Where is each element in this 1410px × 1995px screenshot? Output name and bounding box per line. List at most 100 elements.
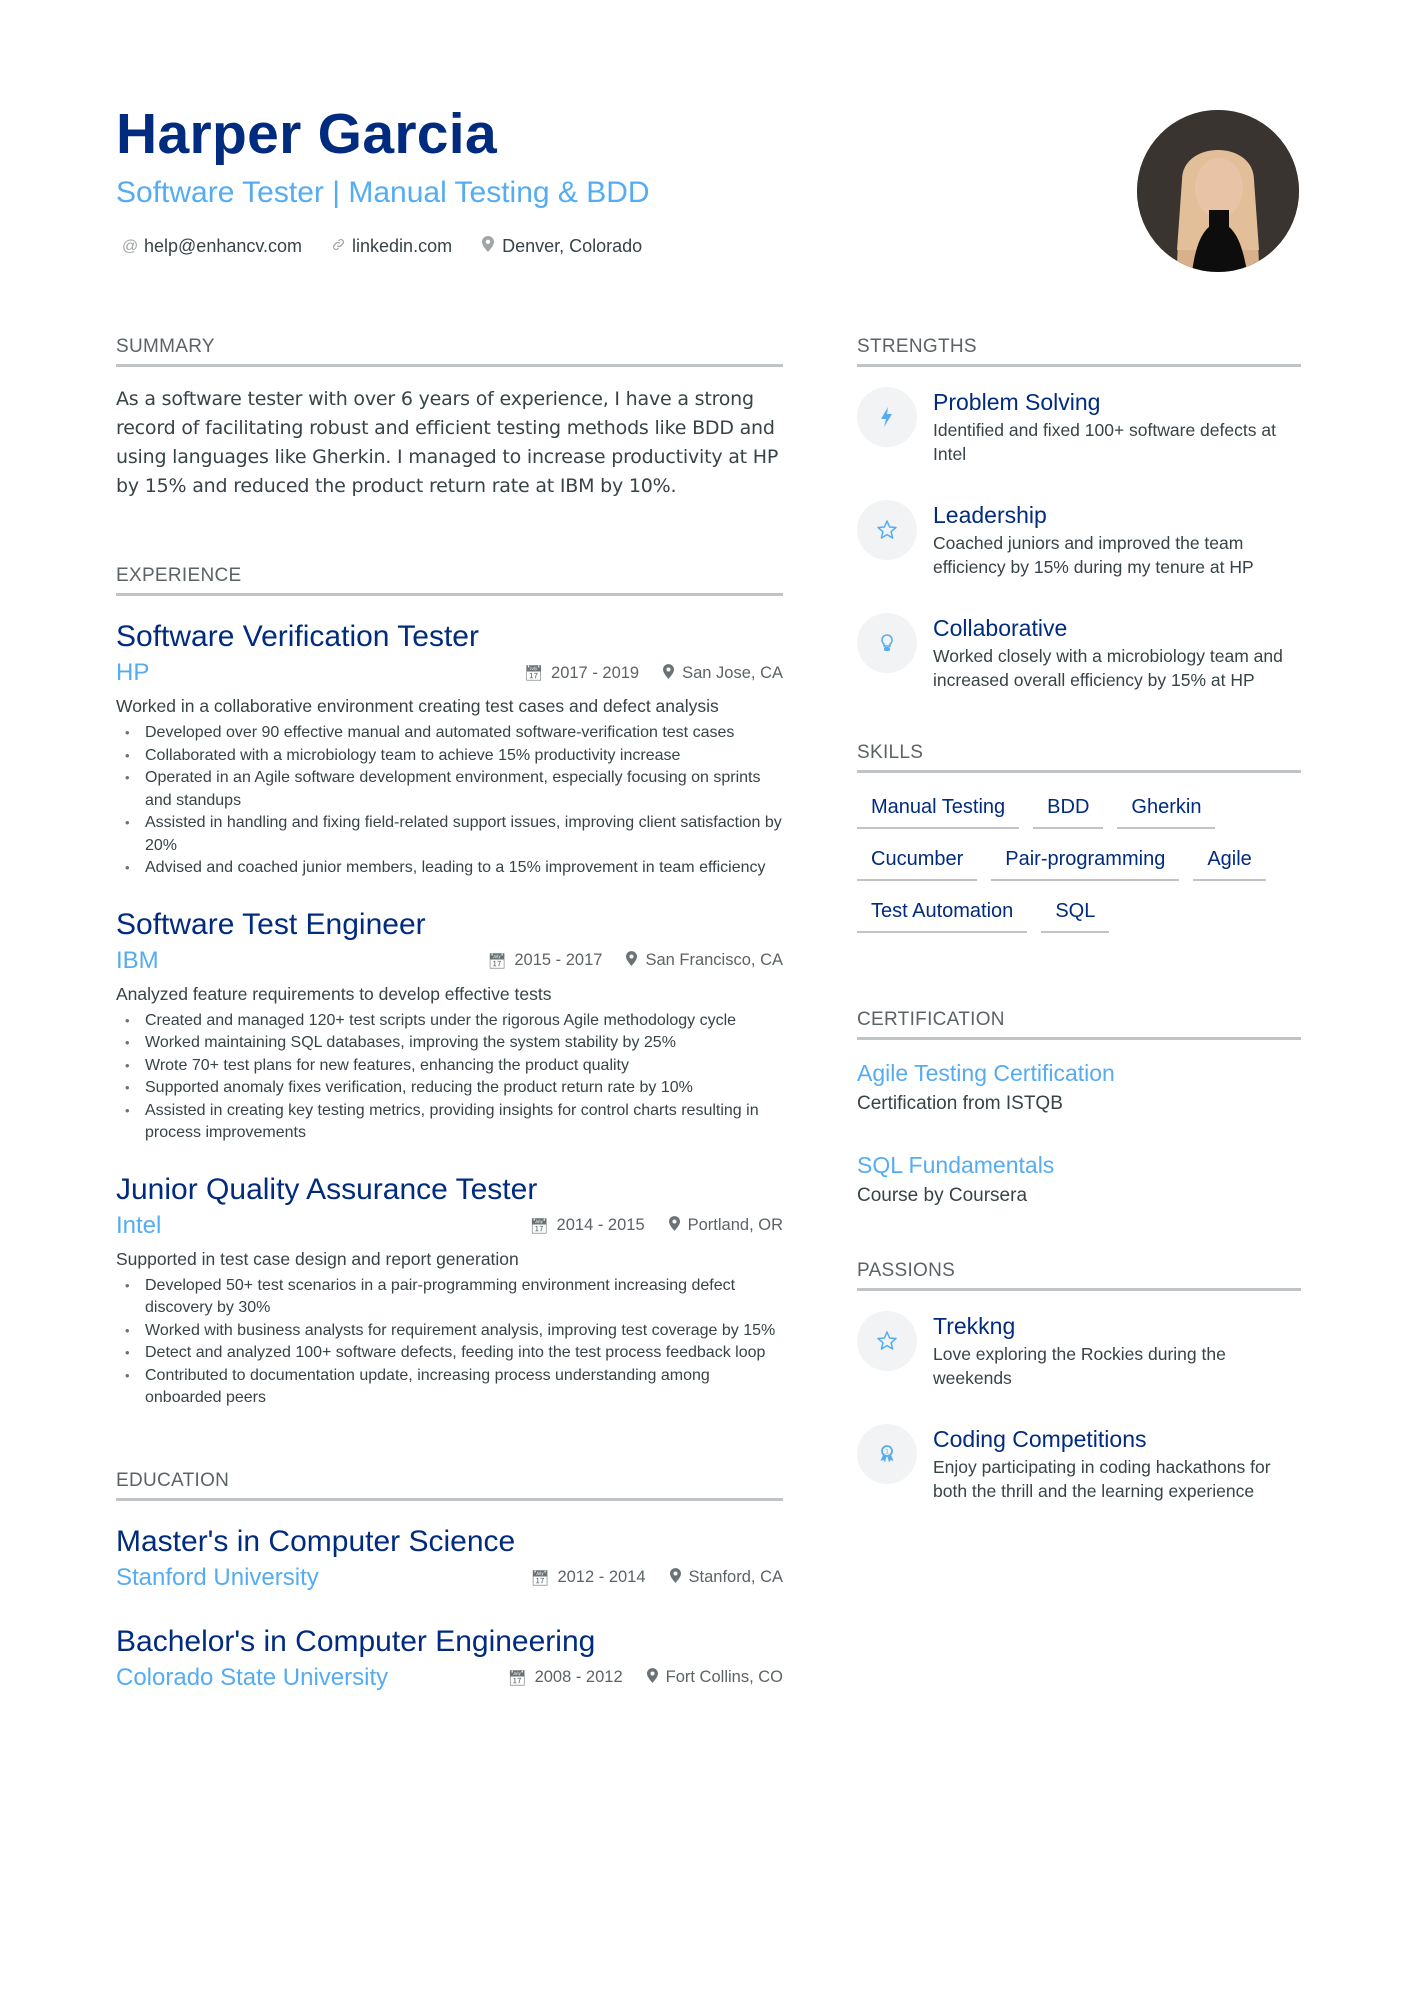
- job-dates: 2014 - 2015: [556, 1216, 645, 1234]
- job-bullets: Developed over 90 effective manual and a…: [116, 722, 783, 880]
- experience-item: Junior Quality Assurance Tester Intel 📅︎…: [116, 1171, 783, 1410]
- school-name: Stanford University: [116, 1563, 319, 1591]
- skill-tag: Gherkin: [1117, 787, 1216, 829]
- contact-location-text: Denver, Colorado: [502, 236, 643, 256]
- job-dates: 2017 - 2019: [551, 663, 640, 682]
- job-bullet: Operated in an Agile software developmen…: [116, 767, 783, 812]
- education-item: Bachelor's in Computer Engineering Color…: [116, 1623, 783, 1693]
- job-bullet: Collaborated with a microbiology team to…: [116, 745, 783, 768]
- job-bullet: Wrote 70+ test plans for new features, e…: [116, 1055, 783, 1078]
- skill-tag: Test Automation: [857, 891, 1028, 933]
- degree-title: Master's in Computer Science: [116, 1524, 516, 1558]
- lightbulb-icon: [857, 613, 917, 673]
- passion-item: 1 Coding Competitions Enjoy participatin…: [857, 1424, 1301, 1503]
- award-medal-icon: 1: [857, 1424, 917, 1484]
- location-pin-icon: [668, 1216, 680, 1235]
- strength-item: Collaborative Worked closely with a micr…: [857, 613, 1301, 692]
- skill-tag: Manual Testing: [857, 787, 1020, 829]
- strength-description: Worked closely with a microbiology team …: [933, 646, 1283, 690]
- job-title: Junior Quality Assurance Tester: [116, 1172, 538, 1206]
- job-description: Worked in a collaborative environment cr…: [116, 696, 719, 716]
- education-location: Stanford, CA: [688, 1568, 783, 1586]
- star-icon: [857, 1311, 917, 1371]
- skill-tag: BDD: [1033, 787, 1104, 829]
- certification-section: CERTIFICATION Agile Testing Certificatio…: [857, 1009, 1301, 1210]
- company-name: IBM: [116, 946, 159, 974]
- school-name: Colorado State University: [116, 1663, 389, 1691]
- calendar-icon: 📅︎: [487, 952, 507, 970]
- education-item: Master's in Computer Science Stanford Un…: [116, 1523, 783, 1593]
- job-dates: 2015 - 2017: [514, 951, 603, 969]
- job-location: Portland, OR: [687, 1216, 783, 1234]
- job-title: Software Verification Tester: [116, 620, 479, 653]
- left-column: SUMMARY As a software tester with over 6…: [116, 336, 783, 1723]
- job-title: Software Test Engineer: [116, 907, 426, 941]
- job-bullet: Assisted in creating key testing metrics…: [116, 1100, 783, 1145]
- passion-title: Coding Competitions: [933, 1426, 1147, 1452]
- education-section: EDUCATION Master's in Computer Science S…: [116, 1470, 783, 1693]
- calendar-icon: 📅︎: [507, 1669, 527, 1687]
- strength-title: Problem Solving: [933, 389, 1101, 415]
- at-icon: @: [122, 237, 139, 255]
- location-pin-icon: [480, 236, 496, 257]
- candidate-title: Software Tester | Manual Testing & BDD: [116, 176, 650, 209]
- job-location: San Jose, CA: [682, 663, 783, 682]
- skills-list: Manual Testing BDD Gherkin Cucumber Pair…: [857, 787, 1301, 933]
- summary-section: SUMMARY As a software tester with over 6…: [116, 336, 783, 501]
- strengths-section: STRENGTHS Problem Solving Identified and…: [857, 336, 1301, 692]
- company-name: Intel: [116, 1211, 162, 1239]
- contact-location: Denver, Colorado: [480, 236, 642, 257]
- profile-photo: [1137, 110, 1299, 272]
- contact-email-text: help@enhancv.com: [144, 236, 303, 256]
- education-dates: 2008 - 2012: [534, 1668, 623, 1686]
- passion-item: Trekkng Love exploring the Rockies durin…: [857, 1311, 1301, 1390]
- passions-heading: PASSIONS: [857, 1260, 1301, 1291]
- location-pin-icon: [646, 1668, 658, 1687]
- passions-section: PASSIONS Trekkng Love exploring the Rock…: [857, 1260, 1301, 1503]
- strength-description: Identified and fixed 100+ software defec…: [933, 420, 1276, 464]
- contact-email[interactable]: @ help@enhancv.com: [122, 236, 302, 257]
- experience-section: EXPERIENCE Software Verification Tester …: [116, 565, 783, 1410]
- certification-heading: CERTIFICATION: [857, 1009, 1301, 1040]
- job-bullet: Worked maintaining SQL databases, improv…: [116, 1032, 783, 1055]
- strengths-heading: STRENGTHS: [857, 336, 1301, 367]
- skill-tag: Agile: [1193, 839, 1266, 881]
- calendar-icon: 📅︎: [530, 1569, 550, 1587]
- profile-photo-illustration: [1137, 110, 1299, 272]
- experience-item: Software Verification Tester HP 📅︎ 2017 -…: [116, 618, 783, 880]
- job-bullet: Worked with business analysts for requir…: [116, 1320, 783, 1343]
- job-bullet: Advised and coached junior members, lead…: [116, 857, 783, 880]
- experience-item: Software Test Engineer IBM 📅︎ 2015 - 2017…: [116, 906, 783, 1145]
- location-pin-icon: [626, 951, 638, 970]
- certification-title: Agile Testing Certification: [857, 1060, 1115, 1086]
- job-bullet: Assisted in handling and fixing field-re…: [116, 812, 783, 857]
- job-bullet: Created and managed 120+ test scripts un…: [116, 1010, 783, 1033]
- certification-title: SQL Fundamentals: [857, 1152, 1055, 1178]
- candidate-name: Harper Garcia: [116, 102, 497, 166]
- contact-linkedin[interactable]: linkedin.com: [330, 236, 452, 257]
- job-bullets: Created and managed 120+ test scripts un…: [116, 1010, 783, 1145]
- education-heading: EDUCATION: [116, 1470, 783, 1501]
- location-pin-icon: [663, 663, 675, 683]
- skill-tag: Cucumber: [857, 839, 978, 881]
- passion-description: Love exploring the Rockies during the we…: [933, 1344, 1226, 1388]
- experience-heading: EXPERIENCE: [116, 565, 783, 596]
- certification-description: Certification from ISTQB: [857, 1093, 1063, 1114]
- calendar-icon: 📅︎: [523, 665, 544, 682]
- strength-item: Leadership Coached juniors and improved …: [857, 500, 1301, 579]
- company-name: HP: [116, 659, 150, 686]
- skills-section: SKILLS Manual Testing BDD Gherkin Cucumb…: [857, 742, 1301, 933]
- right-column: STRENGTHS Problem Solving Identified and…: [857, 336, 1301, 1537]
- strength-title: Leadership: [933, 502, 1047, 528]
- location-pin-icon: [669, 1568, 681, 1587]
- summary-heading: SUMMARY: [116, 336, 783, 367]
- svg-text:1: 1: [885, 1449, 889, 1456]
- link-icon: [330, 237, 346, 257]
- strength-item: Problem Solving Identified and fixed 100…: [857, 387, 1301, 466]
- job-bullets: Developed 50+ test scenarios in a pair-p…: [116, 1275, 783, 1410]
- passion-title: Trekkng: [933, 1313, 1016, 1339]
- lightning-bolt-icon: [857, 387, 917, 447]
- job-description: Analyzed feature requirements to develop…: [116, 983, 552, 1004]
- job-bullet: Contributed to documentation update, inc…: [116, 1365, 783, 1410]
- job-location: San Francisco, CA: [645, 951, 783, 969]
